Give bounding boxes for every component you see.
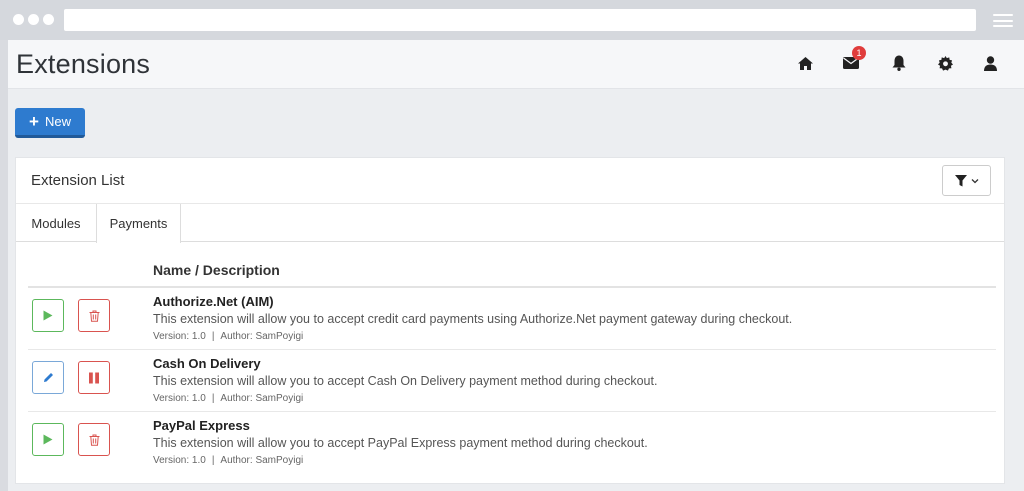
delete-button[interactable] — [78, 423, 110, 456]
tab-payments[interactable]: Payments — [96, 204, 181, 243]
tab-modules[interactable]: Modules — [16, 204, 96, 242]
filter-icon — [954, 174, 967, 186]
chevron-down-icon — [971, 178, 978, 183]
extension-version: Version: 1.0 — [153, 393, 206, 404]
extension-version: Version: 1.0 — [153, 331, 206, 342]
play-icon — [43, 310, 53, 321]
panel-title: Extension List — [31, 172, 125, 189]
extension-list-panel: Extension List Modules Payments Name / D… — [15, 157, 1005, 484]
edit-button[interactable] — [32, 361, 64, 394]
browser-menu-icon[interactable] — [993, 14, 1013, 27]
window-controls — [13, 14, 54, 25]
pencil-icon — [43, 373, 53, 382]
browser-chrome — [0, 0, 1024, 40]
extension-author: Author: SamPoyigi — [220, 455, 304, 466]
page-header: Extensions 1 — [8, 40, 1024, 89]
pause-icon — [89, 372, 99, 383]
extension-name: Cash On Delivery — [153, 356, 261, 371]
extension-version: Version: 1.0 — [153, 455, 206, 466]
extension-author: Author: SamPoyigi — [220, 331, 304, 342]
install-button[interactable] — [32, 423, 64, 456]
extension-meta: Version: 1.0 | Author: SamPoyigi — [153, 331, 304, 342]
column-header-name: Name / Description — [153, 262, 280, 278]
window-dot-icon — [13, 14, 24, 25]
user-icon[interactable] — [980, 54, 1000, 72]
delete-button[interactable] — [78, 299, 110, 332]
install-button[interactable] — [32, 299, 64, 332]
bell-icon[interactable] — [889, 54, 909, 72]
window-dot-icon — [43, 14, 54, 25]
app-window: Extensions 1 + New Extension List Module… — [8, 40, 1024, 491]
new-extension-button[interactable]: + New — [15, 108, 85, 138]
tab-bar: Modules Payments — [16, 204, 1004, 243]
envelope-icon[interactable]: 1 — [841, 46, 866, 72]
extension-description: This extension will allow you to accept … — [153, 436, 648, 450]
address-bar[interactable] — [64, 9, 976, 31]
disable-button[interactable] — [78, 361, 110, 394]
extension-meta: Version: 1.0 | Author: SamPoyigi — [153, 455, 304, 466]
trash-icon — [89, 310, 99, 322]
extension-name: Authorize.Net (AIM) — [153, 294, 274, 309]
plus-icon: + — [29, 112, 39, 131]
extension-description: This extension will allow you to accept … — [153, 374, 658, 388]
table-row: Authorize.Net (AIM) This extension will … — [28, 288, 996, 350]
notification-badge: 1 — [852, 46, 866, 60]
extension-description: This extension will allow you to accept … — [153, 312, 793, 326]
play-icon — [43, 434, 53, 445]
trash-icon — [89, 434, 99, 446]
gear-icon[interactable] — [935, 54, 955, 72]
window-dot-icon — [28, 14, 39, 25]
page-title: Extensions — [16, 49, 151, 79]
filter-button[interactable] — [942, 165, 991, 196]
table-row: PayPal Express This extension will allow… — [28, 412, 996, 474]
extension-meta: Version: 1.0 | Author: SamPoyigi — [153, 393, 304, 404]
home-icon[interactable] — [795, 54, 815, 72]
new-button-label: New — [44, 114, 71, 129]
extension-author: Author: SamPoyigi — [220, 393, 304, 404]
table-row: Cash On Delivery This extension will all… — [28, 350, 996, 412]
extension-name: PayPal Express — [153, 418, 250, 433]
